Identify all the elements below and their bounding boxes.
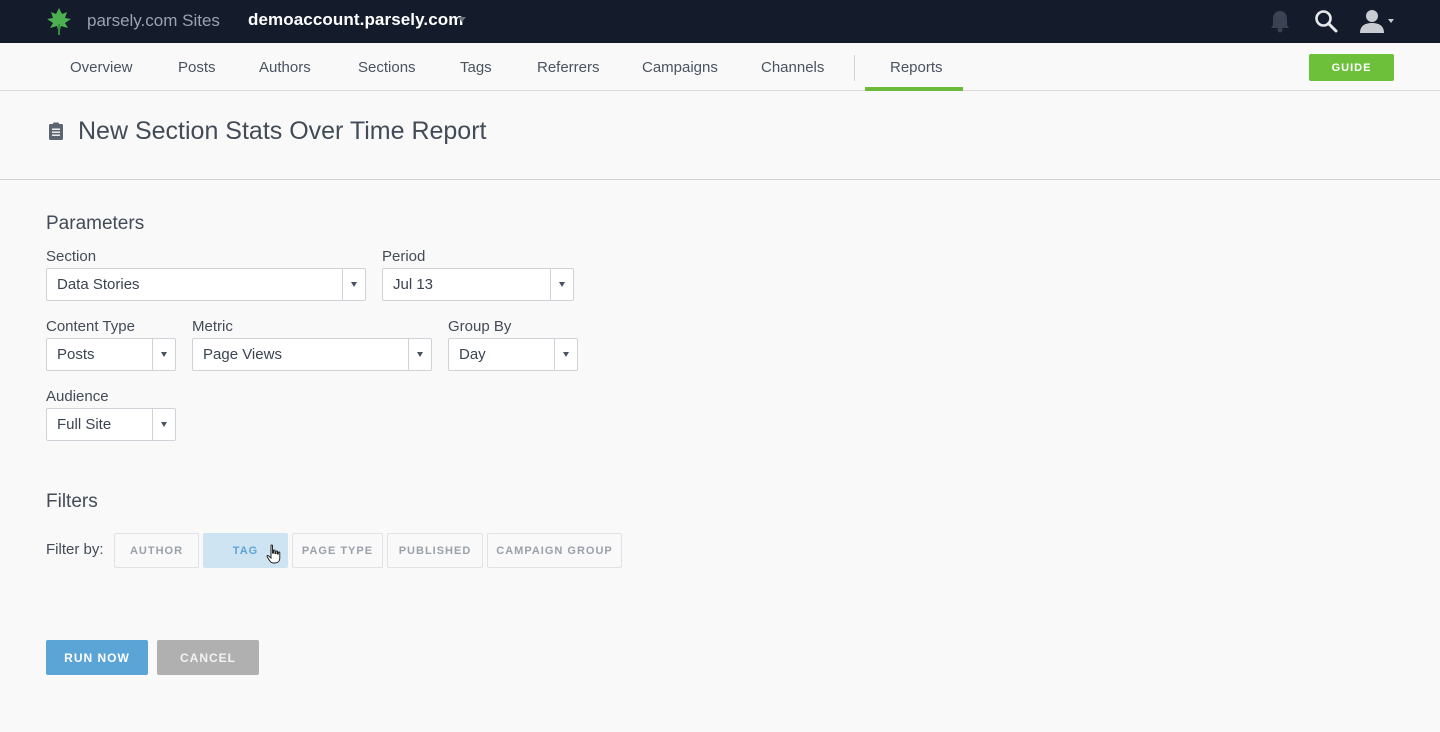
nav-item-overview[interactable]: Overview (70, 59, 133, 76)
page-title: New Section Stats Over Time Report (78, 117, 487, 145)
nav-item-reports[interactable]: Reports (890, 59, 943, 76)
group-by-label: Group By (448, 318, 512, 335)
chevron-down-icon (161, 422, 167, 427)
section-label: Section (46, 248, 97, 265)
parameters-heading: Parameters (46, 213, 145, 234)
filter-chip-page-type[interactable]: PAGE TYPE (292, 533, 383, 568)
report-document-icon (49, 122, 63, 140)
audience-select[interactable]: Full Site (46, 408, 176, 441)
metric-select[interactable]: Page Views (192, 338, 432, 371)
chevron-down-icon (559, 282, 565, 287)
cancel-button[interactable]: CANCEL (157, 640, 259, 675)
chevron-down-icon (417, 352, 423, 357)
main-nav: Overview Posts Authors Sections Tags Ref… (0, 43, 1440, 91)
audience-label: Audience (46, 388, 109, 405)
filters-heading: Filters (46, 491, 98, 512)
chevron-down-icon[interactable] (458, 17, 466, 22)
filter-chip-published[interactable]: PUBLISHED (387, 533, 483, 568)
nav-item-sections[interactable]: Sections (358, 59, 416, 76)
hand-cursor-icon (266, 544, 281, 564)
active-tab-indicator (865, 87, 963, 91)
content-type-select[interactable]: Posts (46, 338, 176, 371)
account-selector[interactable]: demoaccount.parsely.com (248, 10, 464, 30)
filter-by-label: Filter by: (46, 541, 104, 558)
chevron-down-icon (351, 282, 357, 287)
nav-item-channels[interactable]: Channels (761, 59, 824, 76)
chevron-down-icon (161, 352, 167, 357)
guide-button[interactable]: GUIDE (1309, 54, 1394, 81)
content-type-label: Content Type (46, 318, 135, 335)
nav-item-tags[interactable]: Tags (460, 59, 492, 76)
user-icon[interactable] (1358, 8, 1394, 34)
filter-chip-author[interactable]: AUTHOR (114, 533, 199, 568)
section-select[interactable]: Data Stories (46, 268, 366, 301)
top-bar: parsely.com Sites demoaccount.parsely.co… (0, 0, 1440, 43)
parsely-logo-icon[interactable] (45, 6, 73, 36)
content-type-value: Posts (57, 346, 95, 363)
bell-icon[interactable] (1268, 8, 1292, 34)
page-header: New Section Stats Over Time Report (0, 92, 1440, 180)
period-label: Period (382, 248, 426, 265)
period-value: Jul 13 (393, 276, 434, 293)
filter-chip-campaign-group[interactable]: CAMPAIGN GROUP (487, 533, 622, 568)
search-icon[interactable] (1313, 8, 1339, 34)
metric-value: Page Views (203, 346, 282, 363)
nav-item-posts[interactable]: Posts (178, 59, 216, 76)
chevron-down-icon (563, 352, 569, 357)
group-by-value: Day (459, 346, 486, 363)
run-now-button[interactable]: RUN NOW (46, 640, 148, 675)
sites-link[interactable]: parsely.com Sites (87, 11, 220, 31)
nav-item-campaigns[interactable]: Campaigns (642, 59, 718, 76)
metric-label: Metric (192, 318, 233, 335)
group-by-select[interactable]: Day (448, 338, 578, 371)
nav-item-referrers[interactable]: Referrers (537, 59, 600, 76)
section-value: Data Stories (57, 276, 140, 293)
nav-divider (854, 55, 855, 81)
period-select[interactable]: Jul 13 (382, 268, 574, 301)
audience-value: Full Site (57, 416, 112, 433)
nav-item-authors[interactable]: Authors (259, 59, 311, 76)
